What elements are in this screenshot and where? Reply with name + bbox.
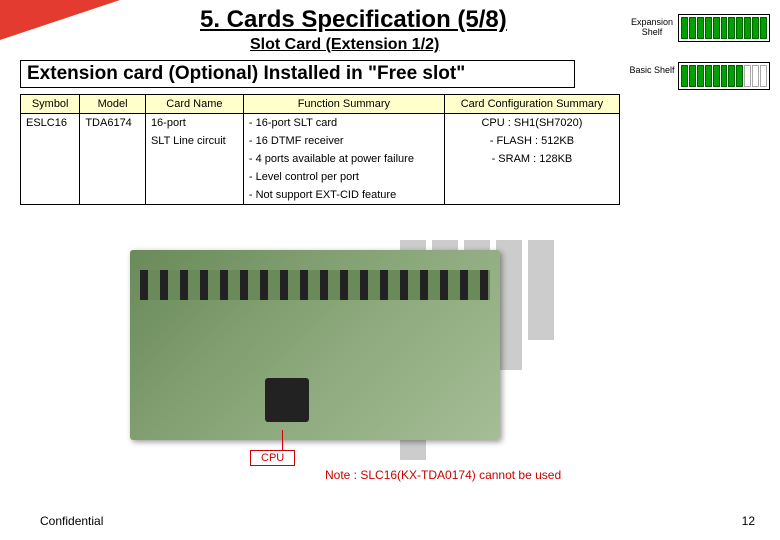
cpu-callout: CPU: [250, 450, 295, 466]
note-text: Note : SLC16(KX-TDA0174) cannot be used: [325, 468, 561, 482]
col-config: Card Configuration Summary: [444, 95, 619, 114]
basic-shelf-icon: [678, 62, 770, 90]
page-number: 12: [742, 514, 755, 528]
cell-func-1: - 16-port SLT card: [243, 114, 444, 133]
cell-cfg-1: CPU : SH1(SH7020): [444, 114, 619, 133]
basic-shelf-label: Basic Shelf: [627, 66, 677, 76]
cell-cfg-2: - FLASH : 512KB: [444, 132, 619, 150]
page-subtitle: Slot Card (Extension 1/2): [250, 36, 439, 54]
cell-model: TDA6174: [80, 114, 146, 133]
cell-cardname-2: SLT Line circuit: [145, 132, 243, 150]
col-function: Function Summary: [243, 95, 444, 114]
table-row: - 4 ports available at power failure - S…: [21, 150, 620, 168]
expansion-shelf-label: Expansion Shelf: [627, 18, 677, 38]
table-row: ESLC16 TDA6174 16-port - 16-port SLT car…: [21, 114, 620, 133]
cell-func-2: - 16 DTMF receiver: [243, 132, 444, 150]
pcb-image: [130, 250, 500, 450]
page-title: 5. Cards Specification (5/8): [200, 6, 507, 34]
col-model: Model: [80, 95, 146, 114]
cpu-callout-line: [282, 430, 283, 450]
section-header: Extension card (Optional) Installed in "…: [20, 60, 575, 88]
cell-symbol: ESLC16: [21, 114, 80, 133]
cell-cfg-3: - SRAM : 128KB: [444, 150, 619, 168]
spec-table: Symbol Model Card Name Function Summary …: [20, 94, 620, 205]
table-row: SLT Line circuit - 16 DTMF receiver - FL…: [21, 132, 620, 150]
cell-cardname-1: 16-port: [145, 114, 243, 133]
cell-func-3: - 4 ports available at power failure: [243, 150, 444, 168]
table-row: - Not support EXT-CID feature: [21, 186, 620, 205]
footer-confidential: Confidential: [40, 514, 103, 528]
cell-func-5: - Not support EXT-CID feature: [243, 186, 444, 205]
col-cardname: Card Name: [145, 95, 243, 114]
expansion-shelf-icon: [678, 14, 770, 42]
col-symbol: Symbol: [21, 95, 80, 114]
cell-func-4: - Level control per port: [243, 168, 444, 186]
corner-decoration: [0, 0, 120, 40]
table-row: - Level control per port: [21, 168, 620, 186]
table-header-row: Symbol Model Card Name Function Summary …: [21, 95, 620, 114]
